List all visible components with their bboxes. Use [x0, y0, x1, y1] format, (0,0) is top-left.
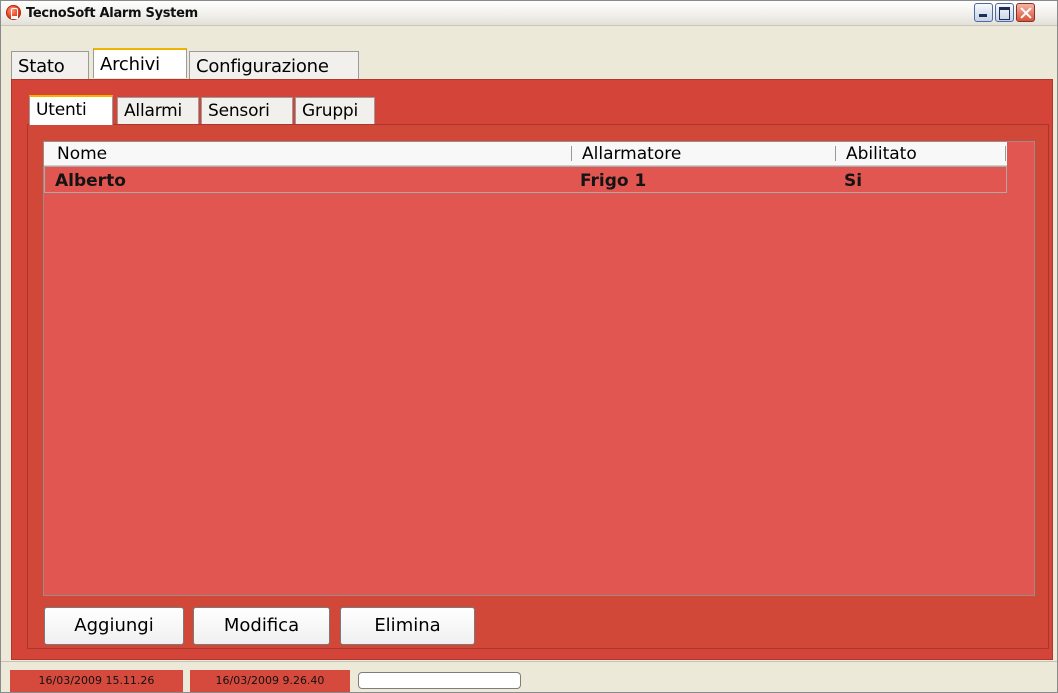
table-row[interactable]: Alberto Frigo 1 Si	[44, 166, 1007, 193]
tab-allarmi[interactable]: Allarmi	[117, 97, 199, 124]
progress-bar	[358, 672, 521, 689]
cell-abilitato: Si	[844, 171, 863, 191]
close-button[interactable]	[1016, 3, 1035, 22]
tab-archivi[interactable]: Archivi	[93, 48, 187, 78]
status-bar: 16/03/2009 15.11.26 16/03/2009 9.26.40	[1, 661, 1057, 692]
window-title: TecnoSoft Alarm System	[26, 6, 198, 21]
tab-gruppi[interactable]: Gruppi	[295, 97, 375, 124]
add-button[interactable]: Aggiungi	[44, 607, 184, 645]
column-divider[interactable]	[1005, 146, 1006, 161]
tab-sensori[interactable]: Sensori	[201, 97, 293, 124]
column-header-allarmatore[interactable]: Allarmatore	[582, 144, 681, 164]
edit-button[interactable]: Modifica	[193, 607, 330, 645]
tab-configurazione[interactable]: Configurazione	[189, 51, 359, 79]
title-bar[interactable]: TecnoSoft Alarm System	[1, 1, 1057, 26]
column-divider[interactable]	[835, 146, 836, 161]
column-header-abilitato[interactable]: Abilitato	[846, 144, 917, 164]
alarm-app-icon	[6, 5, 21, 20]
app-window: TecnoSoft Alarm System Stato Configurazi…	[0, 0, 1058, 693]
tab-stato[interactable]: Stato	[11, 51, 89, 79]
status-time-2: 16/03/2009 9.26.40	[190, 670, 350, 692]
cell-allarmatore: Frigo 1	[580, 171, 647, 191]
tab-utenti[interactable]: Utenti	[29, 95, 113, 125]
users-table[interactable]	[43, 141, 1035, 596]
delete-button[interactable]: Elimina	[340, 607, 475, 645]
status-time-1: 16/03/2009 15.11.26	[10, 670, 183, 692]
cell-nome: Alberto	[55, 171, 126, 191]
column-divider[interactable]	[571, 146, 572, 161]
column-header-nome[interactable]: Nome	[57, 144, 107, 164]
table-header: Nome Allarmatore Abilitato	[44, 142, 1007, 166]
minimize-button[interactable]	[974, 3, 993, 22]
maximize-button[interactable]	[995, 3, 1014, 22]
